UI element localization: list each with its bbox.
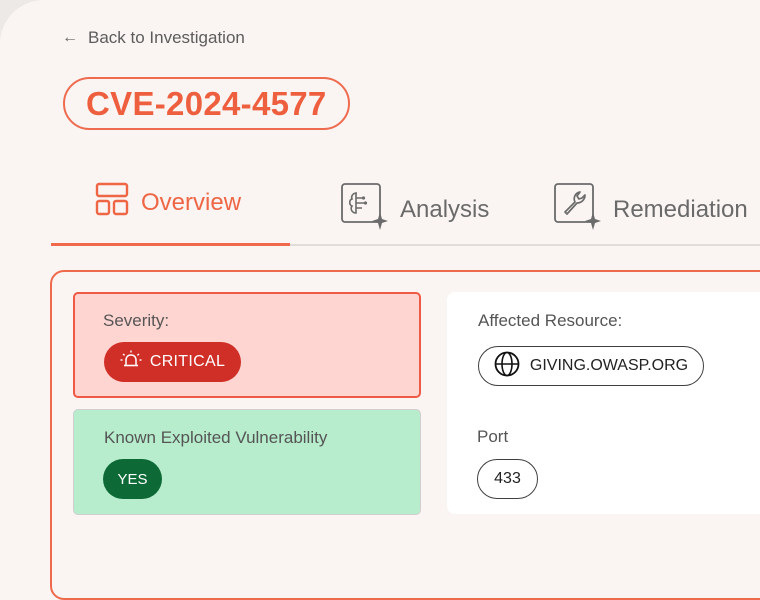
tab-analysis-label: Analysis	[400, 195, 490, 223]
tab-overview[interactable]: Overview	[95, 182, 241, 223]
severity-label: Severity:	[103, 311, 170, 330]
arrow-left-icon: ←	[62, 29, 78, 46]
globe-icon	[494, 351, 520, 382]
siren-icon	[120, 350, 142, 375]
port-pill: 433	[477, 459, 538, 499]
tab-overview-label: Overview	[141, 188, 242, 216]
resource-label: Affected Resource:	[478, 311, 623, 330]
back-link-label: Back to Investigation	[88, 28, 245, 47]
page-background: ← Back to Investigation CVE-2024-4577 Ov…	[0, 0, 760, 600]
resource-value: GIVING.OWASP.ORG	[529, 357, 689, 374]
kev-badge: YES	[103, 459, 162, 499]
brain-sparkle-icon	[340, 182, 388, 237]
severity-value: CRITICAL	[149, 353, 226, 370]
tab-remediation[interactable]: Remediation	[553, 182, 748, 237]
kev-value: YES	[117, 470, 148, 488]
layout-grid-icon	[95, 182, 129, 223]
cve-id: CVE-2024-4577	[86, 84, 327, 122]
tab-active-indicator	[51, 243, 290, 246]
cve-title: CVE-2024-4577	[63, 77, 350, 130]
resource-pill: GIVING.OWASP.ORG	[478, 346, 704, 386]
kev-label: Known Exploited Vulnerability	[104, 428, 328, 447]
tab-analysis[interactable]: Analysis	[340, 182, 489, 237]
wrench-sparkle-icon	[553, 182, 601, 237]
back-link[interactable]: ← Back to Investigation	[62, 28, 245, 48]
severity-badge: CRITICAL	[104, 342, 241, 382]
port-value: 433	[494, 470, 521, 487]
tab-bar: Overview Analysis Remediation	[51, 176, 760, 248]
port-label: Port	[477, 427, 509, 446]
tab-remediation-label: Remediation	[613, 195, 748, 223]
